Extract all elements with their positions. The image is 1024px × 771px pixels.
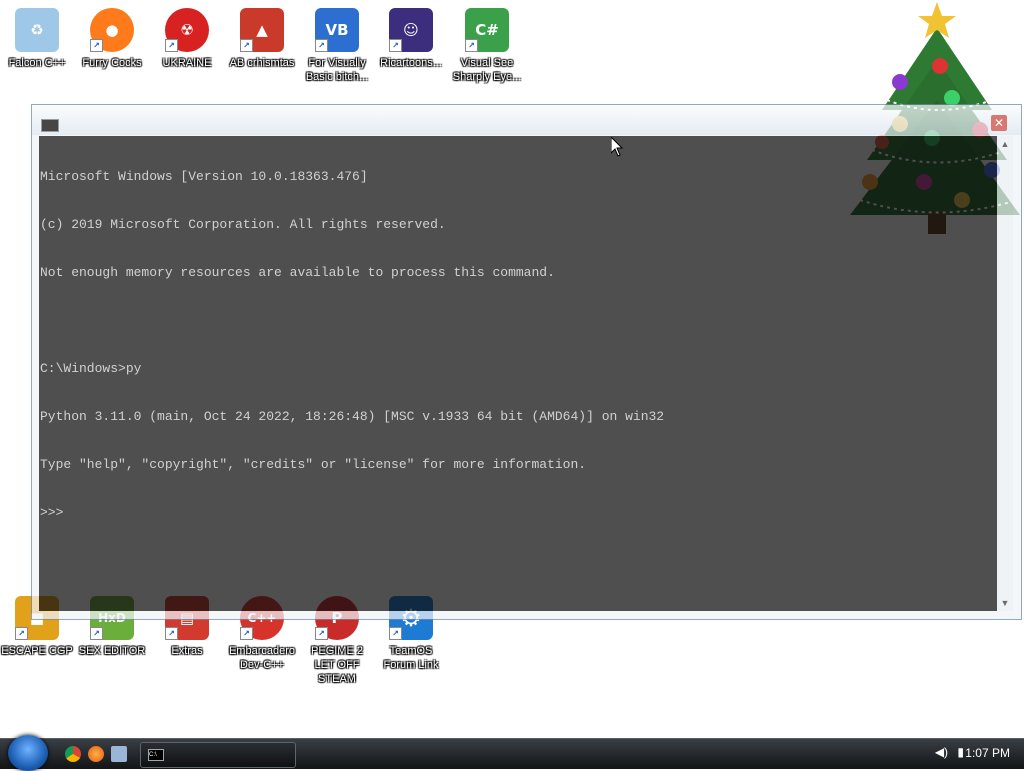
desktop-icon-furry[interactable]: ● ↗ Furry Cocks	[75, 8, 149, 70]
csharp-icon: C# ↗	[465, 8, 509, 52]
taskbar-button-command-prompt[interactable]: C:\	[140, 742, 296, 768]
vertical-scrollbar[interactable]: ▲ ▼	[997, 136, 1013, 611]
desktop-icon-visual-csharp[interactable]: C# ↗ Visual See Sharply Eye...	[450, 8, 524, 84]
vb-icon: VB ↗	[315, 8, 359, 52]
console-output[interactable]: Microsoft Windows [Version 10.0.18363.47…	[39, 136, 997, 611]
desktop-icon-visual-basic[interactable]: VB ↗ For Visually Basic bitch...	[300, 8, 374, 84]
firefox-icon: ● ↗	[90, 8, 134, 52]
desktop-icon-label: Visual See Sharply Eye...	[452, 57, 522, 83]
angry-bird-icon: ▲ ↗	[240, 8, 284, 52]
chrome-icon[interactable]	[65, 746, 81, 762]
desktop-icon-label: ESCAPE CGP	[1, 645, 73, 657]
desktop-icon-label: Ricartoons...	[380, 57, 442, 69]
command-prompt-window[interactable]: ✕ Microsoft Windows [Version 10.0.18363.…	[31, 104, 1022, 620]
console-line: Python 3.11.0 (main, Oct 24 2022, 18:26:…	[40, 409, 665, 424]
desktop-icon-label: TeamOS Forum Link	[383, 645, 439, 671]
recycle-bin-icon: ♻	[15, 8, 59, 52]
ninja-character-icon: ☺ ↗	[389, 8, 433, 52]
desktop-icon-label: PEGIME 2 LET OFF STEAM	[311, 645, 363, 685]
start-button[interactable]	[8, 735, 48, 771]
desktop-icon-ukraine[interactable]: ☢ ↗ UKRAINE	[150, 8, 224, 70]
desktop-icon-label: Falcon C++	[8, 57, 66, 69]
system-tray-icons[interactable]: ◀) ▮	[935, 745, 964, 759]
desktop-icon-falcon-cpp[interactable]: ♻ Falcon C++	[0, 8, 74, 70]
console-line: Type "help", "copyright", "credits" or "…	[40, 457, 587, 472]
computer-icon[interactable]	[111, 746, 127, 762]
desktop-icon-label: Furry Cocks	[82, 57, 142, 69]
close-button[interactable]: ✕	[991, 115, 1007, 131]
scroll-down-icon[interactable]: ▼	[999, 597, 1011, 609]
console-line: Microsoft Windows [Version 10.0.18363.47…	[40, 169, 368, 184]
desktop-icon-label: Embarcadero Dev-C++	[228, 645, 296, 671]
console-line: C:\Windows>py	[40, 361, 142, 376]
firefox-icon[interactable]	[88, 746, 104, 762]
desktop-icon-label: UKRAINE	[162, 57, 212, 69]
clock[interactable]: 1:07 PM	[965, 746, 1010, 760]
scroll-up-icon[interactable]: ▲	[999, 138, 1011, 150]
window-title-bar[interactable]: ✕	[32, 105, 1021, 135]
desktop-icon-ricartoons[interactable]: ☺ ↗ Ricartoons...	[374, 8, 448, 70]
network-icon[interactable]: ▮	[957, 745, 964, 759]
taskbar: C:\ ◀) ▮ 1:07 PM	[0, 735, 1024, 771]
python-prompt[interactable]: >>>	[40, 505, 997, 521]
desktop-icon-label: AB crhismtas	[229, 57, 295, 69]
cmd-icon: C:\	[148, 749, 164, 761]
radiation-icon: ☢ ↗	[165, 8, 209, 52]
console-line: Not enough memory resources are availabl…	[40, 265, 555, 280]
desktop-icon-label: SEX EDITOR	[78, 645, 146, 657]
volume-icon[interactable]: ◀)	[935, 745, 948, 759]
desktop-icon-label: For Visually Basic bitch...	[305, 57, 369, 83]
mouse-cursor-icon	[611, 137, 623, 157]
desktop-icon-label: Extras	[171, 645, 203, 657]
cmd-window-icon	[41, 119, 59, 132]
console-line: (c) 2019 Microsoft Corporation. All righ…	[40, 217, 446, 232]
desktop-icon-ab-crhismtas[interactable]: ▲ ↗ AB crhismtas	[225, 8, 299, 70]
